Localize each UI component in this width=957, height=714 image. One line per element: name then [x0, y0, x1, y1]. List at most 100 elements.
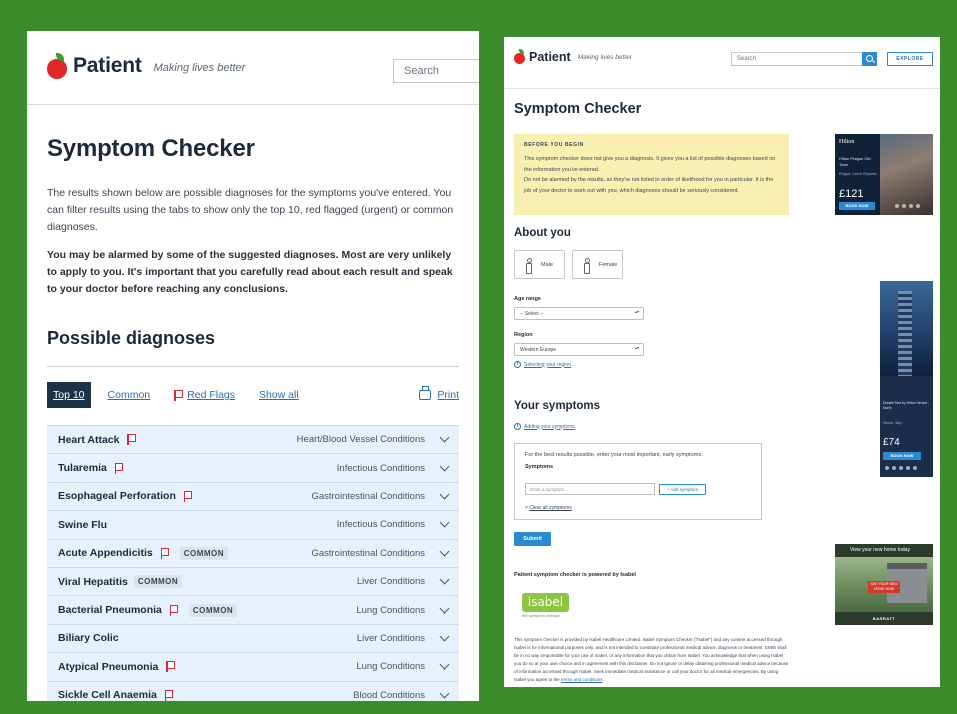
symptoms-help[interactable]: i Adding your symptoms [514, 423, 575, 430]
diagnosis-name: Tularemia [58, 462, 107, 475]
diagnosis-category: Blood Conditions [353, 689, 425, 701]
results-page: Patient Making lives better Search Sympt… [27, 31, 479, 701]
clear-symptoms-button[interactable]: × Clear all symptoms [525, 505, 572, 511]
isabel-wordmark: isabel [522, 593, 569, 612]
chevron-down-icon[interactable] [439, 631, 450, 642]
page-title: Symptom Checker [514, 101, 642, 117]
diagnosis-category: Liver Conditions [356, 576, 425, 588]
explore-button[interactable]: EXPLORE [887, 52, 933, 66]
diagnosis-row[interactable]: Acute Appendicitis COMMON Gastrointestinal… [47, 539, 459, 568]
red-flag-icon [114, 462, 124, 474]
chevron-down-icon[interactable] [439, 432, 450, 443]
ad-header: View your new home today [835, 544, 933, 557]
diagnosis-row[interactable]: Tularemia Infectious Conditions [47, 454, 459, 483]
red-flag-icon [164, 689, 174, 701]
hotel-ad-prague[interactable]: Hilton Hilton Prague Old Town Prague, Cz… [835, 134, 933, 215]
ad-cta-button[interactable]: SEE YOUR NEW HOME NOW [868, 581, 900, 593]
tab-common[interactable]: Common [108, 389, 151, 401]
male-button[interactable]: Male [514, 250, 565, 279]
ad-hotel: DoubleTree by Hilton Venice - North [883, 401, 930, 410]
powered-by-text: Patient symptom checker is powered by Is… [514, 572, 636, 578]
age-range-label: Age range [514, 296, 541, 302]
diagnosis-row[interactable]: Swine Flu Infectious Conditions [47, 511, 459, 540]
search-input[interactable]: Search [393, 59, 479, 83]
diagnosis-name: Esophageal Perforation [58, 490, 176, 503]
tab-red-flags-label: Red Flags [187, 389, 235, 401]
carousel-dots[interactable] [895, 204, 920, 208]
hotel-ad-venice[interactable]: DoubleTree by Hilton Venice - North Veni… [880, 281, 933, 477]
red-flag-icon [183, 490, 193, 502]
diagnosis-category: Infectious Conditions [336, 519, 425, 531]
diagnosis-name: Viral Hepatitis [58, 575, 128, 588]
region-help-link[interactable]: Selecting your region [524, 362, 571, 368]
carousel-dots[interactable] [885, 466, 917, 470]
region-select[interactable]: Western Europe [514, 343, 644, 356]
print-label: Print [437, 389, 459, 401]
red-flag-icon [174, 389, 183, 401]
diagnosis-row[interactable]: Viral Hepatitis COMMON Liver Conditions [47, 567, 459, 597]
ad-book-button[interactable]: BOOK NOW [883, 452, 921, 460]
notice-paragraph-1: This symptom checker does not give you a… [524, 156, 776, 173]
diagnosis-row[interactable]: Esophageal Perforation Gastrointestinal C… [47, 482, 459, 512]
chevron-down-icon[interactable] [439, 517, 450, 528]
common-badge: COMMON [133, 575, 183, 589]
diagnosis-row[interactable]: Atypical Pneumonia Lung Conditions [47, 653, 459, 682]
ad-location: Prague, Czech Republic [839, 172, 877, 176]
chevron-down-icon[interactable] [439, 461, 450, 472]
clear-symptoms-label: Clear all symptoms [529, 505, 572, 511]
tab-show-all[interactable]: Show all [259, 389, 299, 401]
chevron-down-icon[interactable] [439, 489, 450, 500]
tagline: Making lives better [577, 54, 632, 61]
ad-location: Venice, Italy [883, 421, 902, 425]
isabel-logo: isabel the symptom checker [522, 593, 569, 618]
diagnosis-category: Gastrointestinal Conditions [311, 547, 425, 559]
info-icon: i [514, 361, 521, 368]
patient-logo[interactable]: Patient Making lives better [514, 49, 632, 64]
tab-top-10[interactable]: Top 10 [47, 382, 91, 408]
chevron-down-icon[interactable] [439, 546, 450, 557]
age-range-select[interactable]: -- Select -- [514, 307, 644, 320]
terms-link[interactable]: terms and conditions [561, 677, 603, 682]
search-icon[interactable] [862, 52, 877, 66]
ad-book-button[interactable]: BOOK NOW [839, 202, 875, 210]
diagnosis-category: Lung Conditions [356, 661, 425, 673]
diagnosis-row[interactable]: Heart Attack Heart/Blood Vessel Condition… [47, 426, 459, 455]
disclaimer-text: This symptom checker is provided by Isab… [514, 637, 789, 682]
ad-price: £74 [883, 437, 900, 448]
filter-tabs: Top 10 Common Red Flags Show all Print [47, 382, 459, 408]
symptom-input[interactable]: Enter a symptom... [525, 483, 655, 495]
isabel-tagline: the symptom checker [522, 613, 561, 618]
chevron-down-icon[interactable] [439, 688, 450, 699]
diagnosis-row[interactable]: Biliary Colic Liver Conditions [47, 624, 459, 654]
apple-logo-icon [514, 49, 525, 64]
chevron-down-icon[interactable] [439, 574, 450, 585]
diagnoses-list: Heart Attack Heart/Blood Vessel Condition… [47, 425, 459, 701]
tab-red-flags[interactable]: Red Flags [174, 389, 235, 401]
brand-name: Patient [529, 49, 571, 64]
add-symptom-button[interactable]: + Add symptom [659, 484, 706, 495]
ad-brand: BARRATT [835, 612, 933, 625]
section-title: Possible diagnoses [47, 328, 216, 348]
diagnosis-row[interactable]: Bacterial Pneumonia COMMON Lung Conditions [47, 596, 459, 625]
intro-text: The results shown below are possible dia… [47, 187, 454, 233]
chevron-down-icon[interactable] [439, 659, 450, 670]
diagnosis-row[interactable]: Sickle Cell Anaemia Blood Conditions [47, 681, 459, 701]
patient-logo[interactable]: Patient Making lives better [47, 53, 245, 79]
home-ad[interactable]: View your new home today SEE YOUR NEW HO… [835, 544, 933, 625]
notice-title: BEFORE YOU BEGIN [524, 142, 584, 148]
ad-hotel: Hilton Prague Old Town [839, 156, 871, 167]
region-help[interactable]: i Selecting your region [514, 361, 571, 368]
warning-text: You may be alarmed by some of the sugges… [47, 249, 453, 295]
diagnosis-name: Swine Flu [58, 518, 108, 531]
ad-price: £121 [839, 188, 864, 200]
region-label: Region [514, 332, 533, 338]
submit-button[interactable]: Submit [514, 532, 551, 546]
your-symptoms-title: Your symptoms [514, 400, 601, 412]
chevron-down-icon[interactable] [439, 603, 450, 613]
female-button[interactable]: Female [572, 250, 623, 279]
symptoms-help-link[interactable]: Adding your symptoms [524, 424, 575, 430]
print-button[interactable]: Print [419, 386, 459, 401]
info-icon: i [514, 423, 521, 430]
search-input[interactable]: Search [731, 52, 863, 66]
diagnosis-name: Heart Attack [58, 433, 120, 446]
